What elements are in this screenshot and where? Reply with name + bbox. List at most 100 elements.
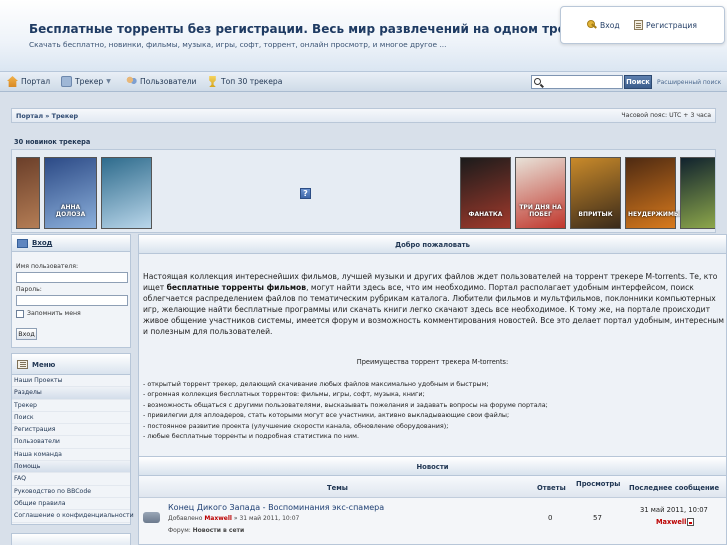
- site-subtitle: Скачать бесплатно, новинки, фильмы, музы…: [29, 40, 447, 49]
- menu-panel-title: Меню: [32, 361, 56, 369]
- login-panel: Вход Имя пользователя: Пароль: Запомнить…: [11, 234, 131, 348]
- poster-1[interactable]: [16, 157, 40, 229]
- advanced-search-link[interactable]: Расширенный поиск: [657, 79, 721, 86]
- poster-7[interactable]: НЕУДЕРЖИМЫЕ: [625, 157, 685, 229]
- news-title: Новости: [416, 463, 449, 471]
- nav-item-label: Пользователи: [140, 77, 197, 86]
- timezone-label: Часовой пояс: UTC + 3 часа: [621, 112, 711, 119]
- nav-item-label: Портал: [21, 77, 51, 86]
- poster-8[interactable]: [680, 157, 715, 229]
- login-link[interactable]: Вход: [587, 20, 620, 30]
- poster-title: ВПРИТЫК: [578, 211, 613, 218]
- nav-item-users[interactable]: Пользователи: [126, 76, 196, 87]
- register-link-label: Регистрация: [646, 20, 697, 30]
- added-date: » 31 май 2011, 10:07: [231, 515, 300, 522]
- advantage-item: - привилегии для аплоадеров, стать котор…: [143, 411, 510, 420]
- menu-item-rules[interactable]: Общие правила: [12, 498, 130, 511]
- menu-item-users[interactable]: Пользователи: [12, 436, 130, 449]
- menu-item-search[interactable]: Поиск: [12, 412, 130, 425]
- topic-link[interactable]: Конец Дикого Запада - Воспоминания экс-с…: [168, 503, 384, 512]
- search-icon: [534, 78, 541, 85]
- col-last-post: Последнее сообщение: [629, 484, 720, 492]
- username-field[interactable]: [16, 272, 128, 283]
- username-label: Имя пользователя:: [16, 263, 79, 270]
- search-input[interactable]: [544, 77, 620, 87]
- topic-icon: [143, 512, 160, 523]
- nav-item-label: Трекер: [75, 77, 104, 86]
- menu-item-privacy[interactable]: Соглашение о конфиденциальности: [12, 510, 134, 523]
- news-column-headers: Темы Ответы Просмотры Последнее сообщени…: [139, 476, 726, 498]
- col-replies: Ответы: [537, 484, 566, 492]
- advantage-item: - постоянное развитие проекта (улучшение…: [143, 421, 449, 430]
- topic-forum: Форум: Новости в сети: [168, 527, 244, 534]
- site-title[interactable]: Бесплатные торренты без регистрации. Вес…: [29, 22, 603, 36]
- poster-2[interactable]: АННА ДОЛОЗА: [44, 157, 97, 229]
- nav-item-portal[interactable]: Портал: [7, 76, 50, 87]
- poster-title: АННА ДОЛОЗА: [55, 204, 86, 218]
- menu-item-register[interactable]: Регистрация: [12, 424, 130, 437]
- goto-last-post-icon[interactable]: [687, 518, 694, 526]
- col-topics: Темы: [327, 484, 348, 492]
- menu-item-tracker[interactable]: Трекер: [12, 400, 130, 412]
- poster-title: ФАНАТКА: [468, 211, 503, 218]
- tracker-icon: [61, 76, 72, 87]
- advantages-list: - открытый торрент трекер, делающий скач…: [143, 379, 548, 441]
- login-icon: [17, 239, 28, 248]
- last-post-author[interactable]: Maxwell: [656, 518, 686, 526]
- topic-meta: Добавлено Maxwell » 31 май 2011, 10:07: [168, 515, 299, 522]
- nav-item-top30[interactable]: Топ 30 трекера: [207, 76, 282, 87]
- menu-panel: Меню Наши Проекты Разделы Трекер Поиск Р…: [11, 353, 134, 525]
- table-row: Конец Дикого Запада - Воспоминания экс-с…: [139, 498, 726, 544]
- advantage-item: - возможность общаться с другими пользов…: [143, 400, 548, 409]
- search-box: [531, 75, 623, 89]
- key-icon: [587, 20, 597, 30]
- register-link[interactable]: Регистрация: [634, 20, 697, 30]
- menu-section-sections: Разделы: [12, 387, 130, 400]
- poster-4[interactable]: ФАНАТКА: [460, 157, 511, 229]
- users-icon: [126, 76, 137, 87]
- poster-6[interactable]: ВПРИТЫК: [570, 157, 621, 229]
- advantage-item: - открытый торрент трекер, делающий скач…: [143, 380, 489, 388]
- poster-3[interactable]: [101, 157, 152, 229]
- password-field[interactable]: [16, 295, 128, 306]
- site-header: Бесплатные торренты без регистрации. Вес…: [0, 0, 727, 72]
- next-panel-header: [12, 534, 130, 545]
- breadcrumb-bar: Портал » Трекер Часовой пояс: UTC + 3 ча…: [11, 108, 716, 123]
- nav-item-label: Топ 30 трекера: [221, 77, 283, 86]
- nav-item-tracker[interactable]: Трекер ▼: [61, 76, 111, 87]
- chevron-down-icon: ▼: [106, 78, 111, 85]
- poster-title: ТРИ ДНЯ НА ПОБЕГ: [519, 204, 562, 218]
- menu-item-team[interactable]: Наша команда: [12, 449, 130, 462]
- password-label: Пароль:: [16, 286, 42, 293]
- welcome-title: Добро пожаловать: [395, 241, 470, 249]
- menu-item-projects[interactable]: Наши Проекты: [12, 375, 130, 388]
- replies-count: 0: [548, 514, 553, 522]
- menu-section-help: Помощь: [12, 461, 130, 474]
- login-panel-header: Вход: [12, 235, 130, 252]
- last-post-date: 31 май 2011, 10:07: [640, 506, 708, 514]
- next-panel: [11, 533, 131, 545]
- poster-5[interactable]: ТРИ ДНЯ НА ПОБЕГ: [515, 157, 566, 229]
- account-box: Вход Регистрация: [560, 6, 725, 44]
- welcome-header: Добро пожаловать: [139, 235, 726, 254]
- welcome-intro: Настоящая коллекция интереснейших фильмо…: [143, 271, 725, 337]
- forum-prefix: Форум:: [168, 527, 193, 534]
- menu-item-bbcode[interactable]: Руководство по BBCode: [12, 486, 130, 498]
- login-button[interactable]: Вход: [16, 328, 37, 340]
- remember-me-label: Запомнить меня: [27, 310, 81, 317]
- login-panel-title[interactable]: Вход: [32, 239, 52, 247]
- remember-me-checkbox[interactable]: [16, 310, 24, 318]
- intro-highlight: бесплатные торренты фильмов: [166, 283, 307, 292]
- author-link[interactable]: Maxwell: [204, 515, 232, 522]
- new-torrents-strip: АННА ДОЛОЗА ФАНАТКА ТРИ ДНЯ НА ПОБЕГ ВПР…: [11, 149, 716, 233]
- menu-item-faq[interactable]: FAQ: [12, 473, 130, 486]
- help-icon[interactable]: ?: [300, 188, 311, 199]
- breadcrumb[interactable]: Портал » Трекер: [16, 112, 78, 120]
- search-button[interactable]: Поиск: [624, 75, 652, 89]
- poster-title: НЕУДЕРЖИМЫЕ: [628, 211, 685, 218]
- login-link-label: Вход: [600, 20, 620, 30]
- forum-link[interactable]: Новости в сети: [193, 527, 245, 534]
- news-header: Новости: [139, 457, 726, 476]
- advantage-item: - огромная коллекция бесплатных торренто…: [143, 390, 425, 399]
- added-prefix: Добавлено: [168, 515, 203, 522]
